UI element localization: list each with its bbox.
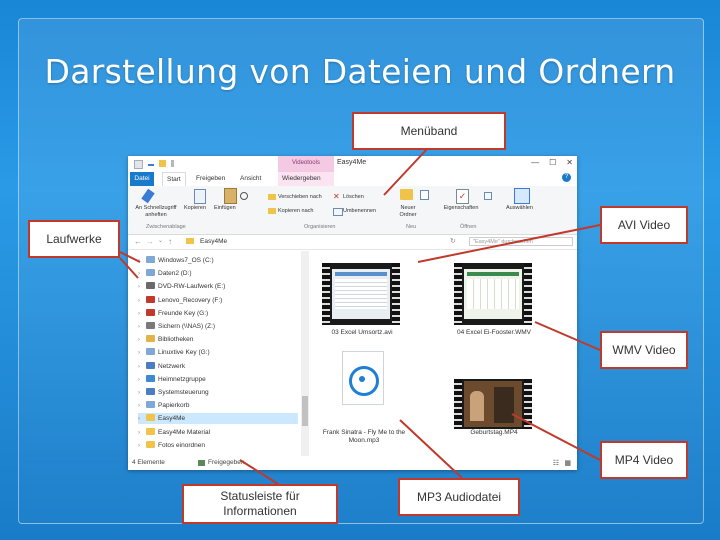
callout-avi-video: AVI Video: [600, 206, 688, 244]
connector-wmv: [534, 321, 601, 351]
callout-statusleiste: Statusleiste für Informationen: [182, 484, 338, 524]
connector-statusleiste: [239, 459, 279, 485]
connector-avi: [417, 224, 601, 263]
callout-laufwerke: Laufwerke: [28, 220, 120, 258]
connector-menueband: [383, 147, 429, 196]
connector-mp3: [399, 419, 463, 479]
connector-laufwerke-2: [119, 257, 139, 279]
callout-menueband: Menüband: [352, 112, 506, 150]
callout-mp4-video: MP4 Video: [600, 441, 688, 479]
callout-wmv-video: WMV Video: [600, 331, 688, 369]
callout-mp3-audio: MP3 Audiodatei: [398, 478, 520, 516]
connector-mp4: [511, 413, 601, 461]
